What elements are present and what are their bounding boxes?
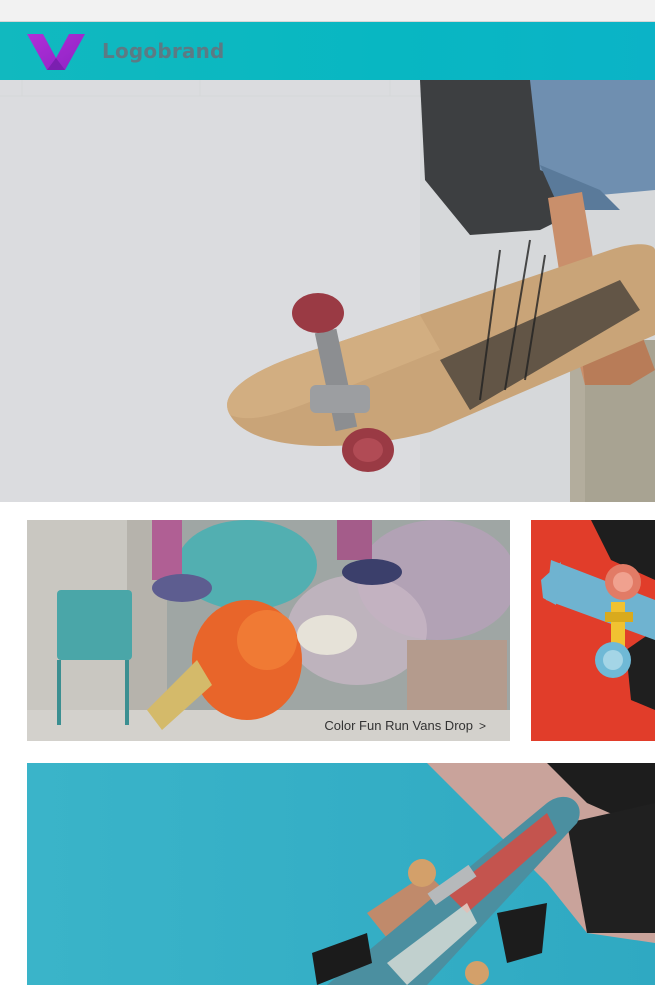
hero-image[interactable] — [0, 80, 655, 502]
product-tile-color-fun-run[interactable]: Color Fun Run Vans Drop > — [27, 520, 510, 741]
tile-caption-link[interactable]: Color Fun Run Vans Drop > — [324, 718, 486, 733]
tile-caption-text: Color Fun Run Vans Drop — [324, 718, 473, 733]
product-tile-red-skateboard[interactable] — [531, 520, 655, 741]
product-tile-blue-sky-skater[interactable] — [27, 763, 655, 985]
chevron-right-icon: > — [478, 719, 486, 733]
site-header: Logobrand — [0, 22, 655, 80]
brand-name[interactable]: Logobrand — [102, 39, 225, 63]
v-logo-icon[interactable] — [25, 32, 87, 72]
browser-top-bar — [0, 0, 655, 22]
